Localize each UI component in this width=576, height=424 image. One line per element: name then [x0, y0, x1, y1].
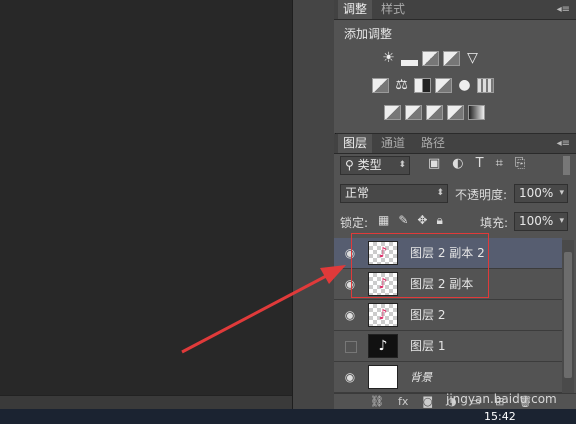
watermark: jingyan.baidu.com	[446, 392, 557, 406]
annotation-arrow	[181, 265, 346, 354]
taskbar-clock: 15:42	[484, 410, 516, 423]
